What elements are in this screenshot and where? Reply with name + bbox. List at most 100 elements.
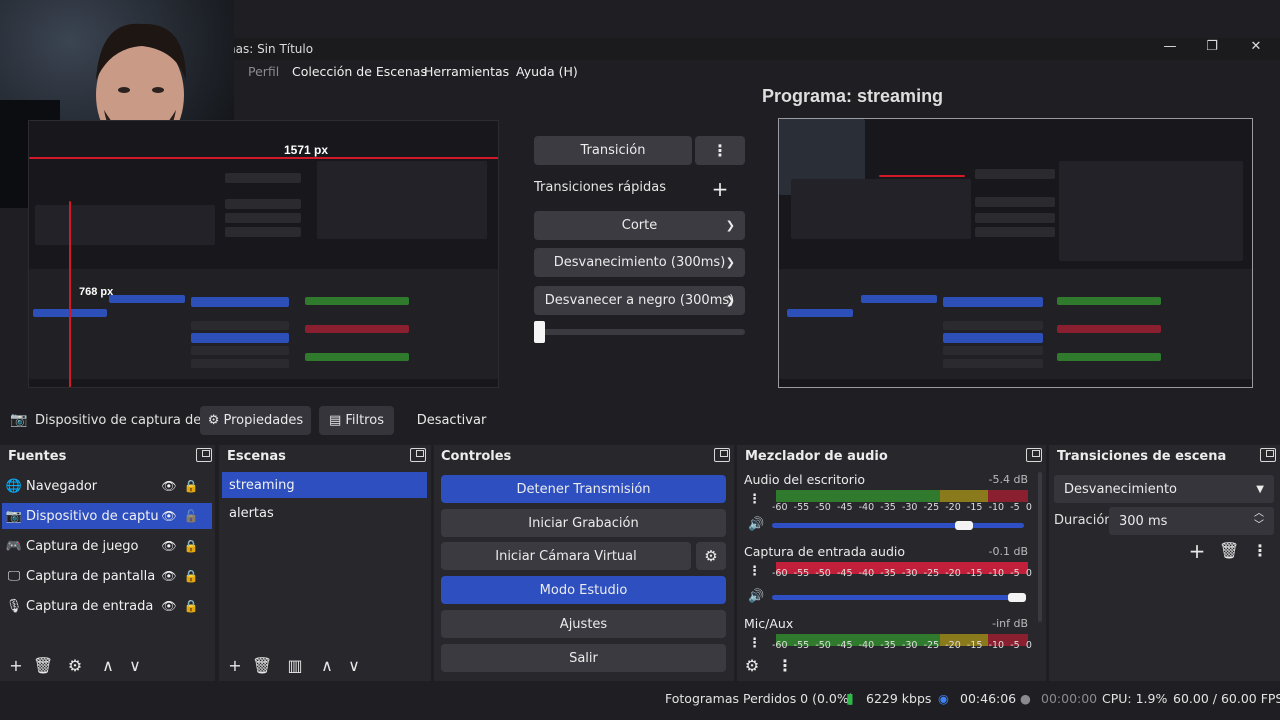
remove-source-icon[interactable]: 🗑 <box>33 656 53 675</box>
properties-label: Propiedades <box>223 413 304 428</box>
meter-scale: -60 -55 -50 -45 -40 -35 -30 -25 -20 -15 -10 -5 0 <box>772 502 1032 513</box>
add-source-icon[interactable]: + <box>6 656 26 675</box>
restore-button[interactable]: ❐ <box>1202 39 1222 57</box>
lock-icon[interactable]: 🔒 <box>180 539 202 553</box>
more-icon[interactable]: ⋮ <box>748 492 761 507</box>
source-item-captura-pantalla[interactable]: 🖵 Captura de pantalla 👁 🔒 <box>2 563 212 589</box>
source-properties-icon[interactable]: ⚙ <box>65 656 85 675</box>
quick-transitions-label: Transiciones rápidas <box>534 180 666 195</box>
undock-icon[interactable] <box>1026 448 1042 462</box>
eye-icon[interactable]: 👁 <box>158 509 180 523</box>
menu-ayuda[interactable]: Ayuda (H) <box>516 64 578 79</box>
monitor-icon: 🖵 <box>7 568 21 584</box>
add-transition-icon[interactable]: + <box>1187 539 1207 563</box>
transition-select[interactable]: Desvanecimiento ▼ <box>1054 475 1274 503</box>
more-icon[interactable]: ⋮ <box>748 636 761 651</box>
undock-icon[interactable] <box>410 448 426 462</box>
quick-transition-label: Desvanecimiento (300ms) <box>553 255 726 270</box>
settings-button[interactable]: Ajustes <box>441 610 726 638</box>
move-up-icon[interactable]: ∧ <box>317 656 337 675</box>
move-up-icon[interactable]: ∧ <box>98 656 118 675</box>
eye-icon[interactable]: 👁 <box>158 569 180 583</box>
unlock-icon[interactable]: 🔓 <box>180 509 202 523</box>
lock-icon[interactable]: 🔒 <box>180 569 202 583</box>
bitrate: 6229 kbps <box>866 691 932 706</box>
undock-icon[interactable] <box>1260 448 1276 462</box>
height-measure-label: 768 px <box>79 286 114 298</box>
mixer-scrollbar[interactable] <box>1038 472 1042 622</box>
close-button[interactable]: ✕ <box>1246 39 1266 57</box>
scene-item-streaming[interactable]: streaming <box>222 472 427 498</box>
camera-icon: 📷 <box>5 508 23 524</box>
speaker-icon[interactable]: 🔊 <box>748 517 764 532</box>
virtual-camera-settings-icon[interactable]: ⚙ <box>696 542 726 570</box>
duration-input[interactable]: 300 ms ︿ ﹀ <box>1109 507 1274 535</box>
lock-icon[interactable]: 🔒 <box>180 599 202 613</box>
eye-icon[interactable]: 👁 <box>158 599 180 613</box>
stream-icon: ◉ <box>938 691 949 706</box>
remove-transition-icon[interactable]: 🗑 <box>1219 541 1239 560</box>
spin-arrows-icon[interactable]: ︿ ﹀ <box>1254 508 1264 532</box>
speaker-icon[interactable]: 🔊 <box>748 589 764 604</box>
source-item-captura-audio[interactable]: 🎙 Captura de entrada aud 👁 🔒 <box>2 593 212 619</box>
more-icon[interactable]: ⋮ <box>748 564 761 579</box>
mixer-more-icon[interactable]: ⋮ <box>775 656 795 675</box>
start-virtual-camera-button[interactable]: Iniciar Cámara Virtual <box>441 542 691 570</box>
scenes-title: Escenas <box>227 449 286 464</box>
transition-more-button[interactable]: ⋮ <box>695 136 745 165</box>
scene-filters-icon[interactable]: ▥ <box>285 656 305 675</box>
source-item-dispositivo-captura[interactable]: 📷 Dispositivo de captura c 👁 🔓 <box>2 503 212 529</box>
volume-handle[interactable] <box>955 521 973 530</box>
undock-icon[interactable] <box>714 448 730 462</box>
source-item-navegador[interactable]: 🌐 Navegador 👁 🔒 <box>2 473 212 499</box>
scene-item-alertas[interactable]: alertas <box>222 500 427 526</box>
volume-slider[interactable] <box>772 595 1024 600</box>
mixer-settings-icon[interactable]: ⚙ <box>742 656 762 675</box>
exit-button[interactable]: Salir <box>441 644 726 672</box>
quick-transition-fade-black[interactable]: Desvanecer a negro (300ms) ❯ <box>534 286 745 315</box>
lock-icon[interactable]: 🔒 <box>180 479 202 493</box>
eye-icon[interactable]: 👁 <box>158 539 180 553</box>
quick-transition-corte[interactable]: Corte ❯ <box>534 211 745 240</box>
mixer-title: Mezclador de audio <box>745 449 888 464</box>
tbar-handle[interactable] <box>534 321 545 343</box>
program-canvas <box>778 118 1253 388</box>
record-time: 00:00:00 <box>1041 691 1098 706</box>
quick-transition-desvanecimiento[interactable]: Desvanecimiento (300ms) ❯ <box>534 248 745 277</box>
tbar-track[interactable] <box>534 329 745 335</box>
add-scene-icon[interactable]: + <box>225 656 245 675</box>
menu-coleccion-escenas[interactable]: Colección de Escenas <box>292 64 427 79</box>
signal-bars-icon: ▮ <box>846 691 854 707</box>
move-down-icon[interactable]: ∨ <box>344 656 364 675</box>
move-down-icon[interactable]: ∨ <box>125 656 145 675</box>
width-measure-label: 1571 px <box>284 143 329 157</box>
eye-icon[interactable]: 👁 <box>158 479 180 493</box>
start-recording-button[interactable]: Iniciar Grabación <box>441 509 726 537</box>
transition-button[interactable]: Transición <box>534 136 692 165</box>
stream-time: 00:46:06 <box>960 691 1017 706</box>
filters-button[interactable]: ▤ Filtros <box>319 406 394 435</box>
undock-icon[interactable] <box>196 448 212 462</box>
studio-mode-button[interactable]: Modo Estudio <box>441 576 726 604</box>
menu-herramientas[interactable]: Herramientas <box>424 64 509 79</box>
chevron-down-icon: ❯ <box>725 218 735 232</box>
context-source-name: Dispositivo de captura de v <box>35 413 214 428</box>
audio-meter <box>776 490 1028 502</box>
volume-handle[interactable] <box>1008 593 1026 602</box>
mixer-channel-db: -0.1 dB <box>988 545 1029 558</box>
add-quick-transition-button[interactable]: + <box>695 174 745 203</box>
deactivate-button[interactable]: Desactivar <box>406 406 497 435</box>
properties-button[interactable]: ⚙ Propiedades <box>200 406 311 435</box>
chevron-down-icon: ❯ <box>725 293 735 307</box>
minimize-button[interactable]: — <box>1160 39 1180 57</box>
record-icon: ● <box>1020 691 1031 706</box>
quick-transition-label: Corte <box>621 218 658 233</box>
volume-slider[interactable] <box>772 523 1024 528</box>
menu-perfil[interactable]: Perfil <box>248 64 279 79</box>
cpu-usage: CPU: 1.9% <box>1102 691 1168 706</box>
preview-canvas[interactable]: 1571 px 768 px <box>28 120 499 388</box>
source-item-captura-juego[interactable]: 🎮 Captura de juego 👁 🔒 <box>2 533 212 559</box>
remove-scene-icon[interactable]: 🗑 <box>252 656 272 675</box>
stop-streaming-button[interactable]: Detener Transmisión <box>441 475 726 503</box>
transition-more-icon[interactable]: ⋮ <box>1250 541 1270 560</box>
